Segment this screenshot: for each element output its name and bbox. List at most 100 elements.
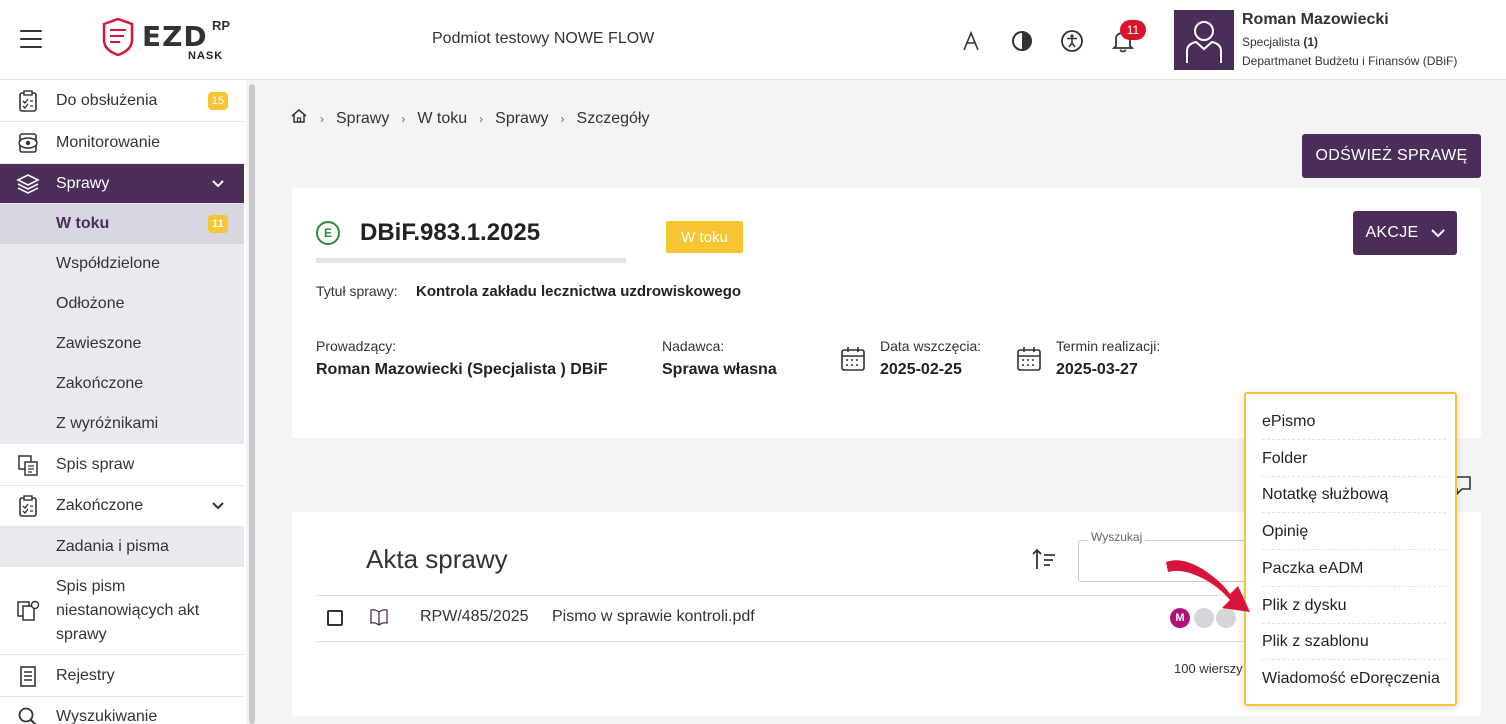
sidebar-item-zakonczone[interactable]: Zakończone <box>0 486 244 527</box>
avatar[interactable] <box>1174 10 1234 70</box>
home-icon[interactable] <box>290 108 308 129</box>
clipboard-icon <box>16 89 40 113</box>
sidebar-subitem-z-wyroznikami[interactable]: Z wyróżnikami <box>0 404 244 444</box>
case-number: DBiF.983.1.2025 <box>360 219 541 246</box>
menu-item-paczka-eadm[interactable]: Paczka eADM <box>1262 551 1446 587</box>
refresh-case-button[interactable]: ODŚWIEŻ SPRAWĘ <box>1302 134 1481 178</box>
calendar-icon <box>841 347 865 371</box>
chevron-down-icon <box>212 177 224 191</box>
sidebar-item-label: Do obsłużenia <box>56 91 158 109</box>
sidebar-scrollbar[interactable] <box>249 84 255 724</box>
menu-item-plik-z-szablonu[interactable]: Plik z szablonu <box>1262 624 1446 660</box>
menu-item-epismo[interactable]: ePismo <box>1262 404 1446 440</box>
sidebar-item-monitorowanie[interactable]: Monitorowanie <box>0 122 244 164</box>
chevron-down-icon <box>1430 228 1445 237</box>
file-id[interactable]: RPW/485/2025 <box>420 608 529 626</box>
sidebar-item-label: Współdzielone <box>56 255 161 272</box>
user-name[interactable]: Roman Mazowiecki <box>1242 11 1389 29</box>
sidebar-item-spis-pism[interactable]: Spis pism niestanowiących akt sprawy <box>0 567 244 655</box>
sidebar-subitem-zakonczone[interactable]: Zakończone <box>0 364 244 404</box>
logo-rp: RP <box>212 18 231 33</box>
sidebar-item-label: W toku <box>56 215 110 232</box>
ezd-logo[interactable]: EZD RP NASK <box>100 16 240 66</box>
sidebar-item-sprawy[interactable]: Sprawy <box>0 164 244 204</box>
entity-name: Podmiot testowy NOWE FLOW <box>432 30 655 47</box>
search-icon <box>16 705 40 724</box>
menu-item-plik-z-dysku[interactable]: Plik z dysku <box>1262 588 1446 624</box>
sidebar-item-rejestry[interactable]: Rejestry <box>0 655 244 697</box>
count-badge: 11 <box>208 215 228 233</box>
row-checkbox[interactable] <box>327 610 343 626</box>
sidebar-item-label: Spis pism niestanowiących akt sprawy <box>56 577 200 643</box>
actions-button-label: AKCJE <box>1365 224 1419 241</box>
menu-item-wiadomosc-edoreczenia[interactable]: Wiadomość eDoręczenia <box>1262 661 1452 697</box>
breadcrumb-separator: › <box>560 111 565 126</box>
sidebar-item-wyszukiwanie[interactable]: Wyszukiwanie <box>0 697 244 724</box>
breadcrumb-separator: › <box>320 111 324 126</box>
case-title-value: Kontrola zakładu lecznictwa uzdrowiskowe… <box>416 283 742 300</box>
sidebar-subitem-zadania-i-pisma[interactable]: Zadania i pisma <box>0 527 244 567</box>
sender-label: Nadawca: <box>662 338 725 354</box>
sort-icon[interactable] <box>1031 547 1057 573</box>
count-badge: 15 <box>207 91 228 110</box>
breadcrumb-item[interactable]: W toku <box>417 110 467 128</box>
case-number-underline <box>316 258 626 263</box>
logo-nask: NASK <box>188 50 224 62</box>
clipboard-check-icon <box>16 494 40 518</box>
sidebar-item-label: Odłożone <box>56 295 125 312</box>
logo-emblem-icon <box>102 18 134 56</box>
menu-item-opinia[interactable]: Opinię <box>1262 514 1446 550</box>
due-date-value: 2025-03-27 <box>1056 361 1138 378</box>
monitor-eye-icon <box>16 131 40 155</box>
copy-documents-icon <box>16 453 40 477</box>
breadcrumb-item[interactable]: Sprawy <box>336 110 389 128</box>
hamburger-icon[interactable] <box>20 30 42 48</box>
sidebar-item-label: Z wyróżnikami <box>56 415 159 432</box>
top-header: EZD RP NASK Podmiot testowy NOWE FLOW 11… <box>0 0 1506 80</box>
user-role-count: (1) <box>1303 35 1319 49</box>
sender-value: Sprawa własna <box>662 361 777 378</box>
search-label: Wyszukaj <box>1088 530 1146 544</box>
sidebar-item-label: Wyszukiwanie <box>56 708 158 724</box>
chevron-down-icon <box>212 499 224 513</box>
sidebar-subitem-w-toku[interactable]: W toku 11 <box>0 204 244 244</box>
sidebar-item-label: Zakończone <box>56 375 144 392</box>
case-title-label: Tytuł sprawy: <box>316 283 398 299</box>
sidebar-item-do-obsluzenia[interactable]: Do obsłużenia 15 <box>0 80 244 122</box>
sidebar-item-label: Zadania i pisma <box>56 538 169 555</box>
actions-button[interactable]: AKCJE <box>1353 211 1457 255</box>
sidebar-subitem-odlozone[interactable]: Odłożone <box>0 284 244 324</box>
owner-value: Roman Mazowiecki (Specjalista ) DBiF <box>316 361 608 378</box>
sidebar-item-label: Rejestry <box>56 666 115 684</box>
row-separator <box>316 641 1246 642</box>
breadcrumb-separator: › <box>401 111 406 126</box>
due-date-label: Termin realizacji: <box>1056 338 1161 354</box>
calendar-icon <box>1017 347 1041 371</box>
user-role: Specjalista (1) <box>1242 35 1318 49</box>
user-role-name: Specjalista <box>1242 35 1301 49</box>
sidebar-item-label: Spis spraw <box>56 455 135 473</box>
sidebar-subitem-zawieszone[interactable]: Zawieszone <box>0 324 244 364</box>
start-date-label: Data wszczęcia: <box>880 338 982 354</box>
file-name[interactable]: Pismo w sprawie kontroli.pdf <box>552 608 755 626</box>
register-icon <box>16 664 40 688</box>
contrast-icon[interactable] <box>1009 28 1035 54</box>
owner-label: Prowadzący: <box>316 338 397 354</box>
actions-dropdown-menu: ePismo Folder Notatkę służbową Opinię Pa… <box>1244 392 1457 706</box>
notifications-badge: 11 <box>1120 20 1146 40</box>
breadcrumb: › Sprawy › W toku › Sprawy › Szczegóły <box>290 108 649 129</box>
user-department: Departmanet Budżetu i Finansów (DBiF) <box>1242 54 1458 68</box>
menu-item-folder[interactable]: Folder <box>1262 441 1446 477</box>
font-size-icon[interactable] <box>958 28 984 54</box>
layers-icon <box>16 172 40 196</box>
breadcrumb-item[interactable]: Sprawy <box>495 110 548 128</box>
accessibility-icon[interactable] <box>1059 28 1085 54</box>
sidebar-subitem-wspoldzielone[interactable]: Współdzielone <box>0 244 244 284</box>
menu-item-notatka[interactable]: Notatkę służbową <box>1262 477 1446 513</box>
book-icon[interactable] <box>369 608 389 626</box>
sidebar-item-spis-spraw[interactable]: Spis spraw <box>0 444 244 486</box>
rows-per-page[interactable]: 100 wierszy <box>1174 661 1243 676</box>
breadcrumb-item-current: Szczegóły <box>576 109 650 127</box>
files-title: Akta sprawy <box>366 544 508 574</box>
row-separator <box>316 595 1246 596</box>
